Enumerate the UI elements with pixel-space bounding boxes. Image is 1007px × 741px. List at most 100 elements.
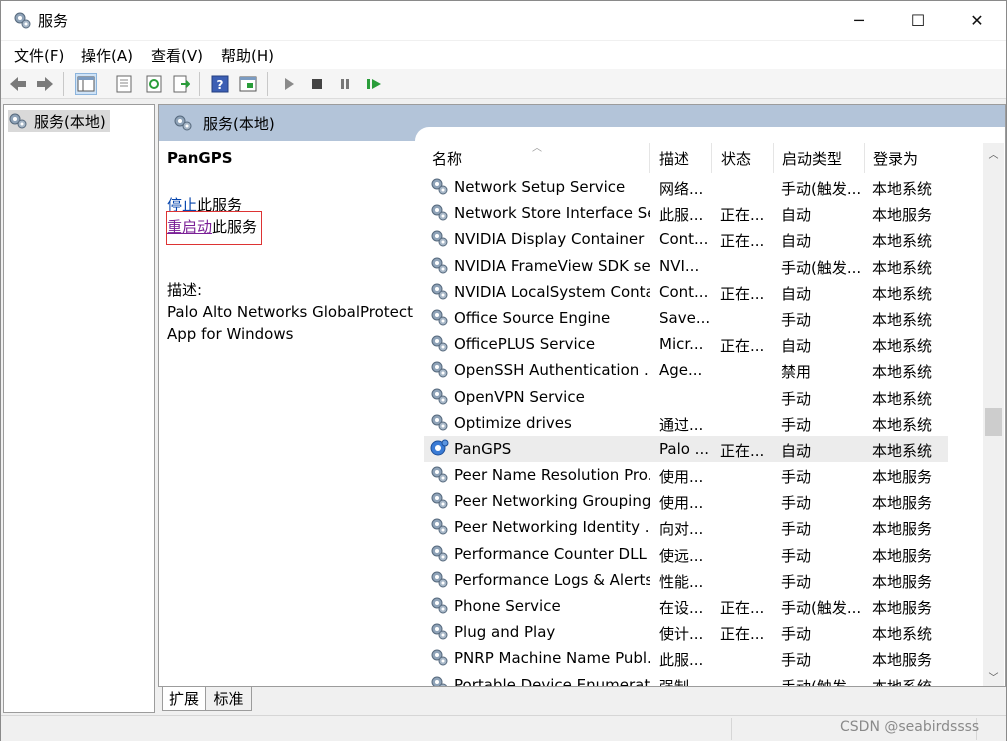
service-startup-type: 自动 [781, 337, 812, 356]
scroll-up-arrow-icon[interactable]: ︿ [983, 143, 1004, 163]
menu-file[interactable]: 文件(F) [14, 45, 64, 66]
vertical-scrollbar[interactable]: ︿ ﹀ [983, 143, 1004, 686]
service-logon-as: 本地系统 [872, 363, 933, 382]
service-gear-icon [429, 176, 449, 196]
service-gear-icon [429, 621, 449, 641]
service-row[interactable]: Portable Device Enumerat... 强制... 手动(触发...… [424, 672, 948, 686]
service-gear-icon [429, 595, 449, 615]
highlight-box [166, 211, 262, 245]
menu-bar: 文件(F) 操作(A) 查看(V) 帮助(H) [1, 41, 1006, 69]
back-arrow-icon[interactable] [7, 73, 29, 95]
minimize-button[interactable]: ─ [830, 1, 888, 40]
services-gear-icon [14, 12, 31, 29]
service-row[interactable]: Performance Counter DLL ... 使远... 手动 本地服务 [424, 541, 948, 567]
service-row[interactable]: NVIDIA LocalSystem Conta... Cont... 正在... 自… [424, 279, 948, 305]
column-name-label: 名称 [432, 149, 463, 168]
properties-icon[interactable] [113, 73, 135, 95]
service-description: 使用... [659, 494, 704, 513]
pause-service-icon[interactable] [334, 73, 356, 95]
start-service-icon[interactable] [278, 73, 300, 95]
service-row[interactable]: Peer Networking Grouping 使用... 手动 本地服务 [424, 488, 948, 514]
service-status: 正在... [720, 441, 765, 460]
service-startup-type: 手动(触发... [781, 180, 862, 198]
window-title: 服务 [38, 12, 69, 30]
restart-service-icon[interactable] [363, 73, 385, 95]
stop-service-icon[interactable] [306, 73, 328, 95]
column-header-desc[interactable]: 描述 [651, 143, 712, 173]
service-description: 使用... [659, 468, 704, 487]
pane-header-tab: 服务(本地) [159, 105, 275, 141]
service-startup-type: 手动 [781, 625, 812, 644]
service-row[interactable]: NVIDIA FrameView SDK se... NVI... 手动(触发...… [424, 253, 948, 279]
scrollbar-thumb[interactable] [985, 408, 1002, 436]
service-name: PanGPS [454, 439, 512, 458]
service-row[interactable]: NVIDIA Display Container LS Cont... 正在... 自… [424, 226, 948, 252]
service-startup-type: 手动 [781, 494, 812, 513]
service-description: Cont... [659, 282, 709, 301]
service-row[interactable]: Peer Name Resolution Pro... 使用... 手动 本地服务 [424, 462, 948, 488]
service-startup-type: 手动(触发... [781, 676, 867, 686]
refresh-icon[interactable] [143, 73, 165, 95]
column-header-status[interactable]: 状态 [713, 143, 774, 173]
service-description: 此服... [659, 651, 704, 670]
tab-extended[interactable]: 扩展 [162, 687, 206, 711]
pane-header-label: 服务(本地) [203, 114, 275, 133]
column-header-startup[interactable]: 启动类型 [774, 143, 865, 173]
forward-arrow-icon[interactable] [34, 73, 56, 95]
service-row[interactable]: Performance Logs & Alerts 性能... 手动 本地服务 [424, 567, 948, 593]
service-logon-as: 本地系统 [872, 389, 933, 408]
menu-action[interactable]: 操作(A) [81, 45, 133, 66]
service-startup-type: 自动 [781, 232, 812, 251]
service-logon-as: 本地服务 [872, 651, 933, 670]
service-logon-as: 本地服务 [872, 468, 933, 487]
service-row[interactable]: OfficePLUS Service Micr... 正在... 自动 本地系统 [424, 331, 948, 357]
column-startup-label: 启动类型 [782, 149, 843, 168]
service-row[interactable]: Phone Service 在设... 正在... 手动(触发... 本地服务 [424, 593, 948, 619]
service-gear-icon [429, 464, 449, 484]
column-header-name[interactable]: 名称 ︿ [424, 143, 650, 173]
tree-item-services-local[interactable]: 服务(本地) [8, 110, 110, 132]
service-name: Performance Logs & Alerts [454, 570, 650, 589]
service-status: 正在... [720, 625, 765, 644]
tab-standard[interactable]: 标准 [206, 687, 252, 711]
service-name: Phone Service [454, 597, 561, 615]
service-row[interactable]: PNRP Machine Name Publ... 此服... 手动 本地服务 [424, 645, 948, 671]
service-row[interactable]: Network Store Interface Se... 此服... 正在... 自… [424, 200, 948, 226]
service-startup-type: 手动 [781, 651, 812, 670]
service-name: Network Store Interface Se... [454, 204, 650, 223]
service-row[interactable]: Optimize drives 通过... 手动 本地系统 [424, 410, 948, 436]
column-desc-label: 描述 [659, 149, 690, 168]
service-description: 性能... [659, 572, 704, 591]
service-row[interactable]: Plug and Play 使计... 正在... 手动 本地系统 [424, 619, 948, 645]
services-list: 名称 ︿ 描述 状态 启动类型 登录为 Network Setup Servic… [424, 143, 948, 686]
column-header-logon[interactable]: 登录为 [865, 143, 948, 173]
export-list-icon[interactable] [170, 73, 192, 95]
service-logon-as: 本地系统 [872, 441, 933, 460]
column-status-label: 状态 [721, 149, 752, 168]
scroll-down-arrow-icon[interactable]: ﹀ [983, 666, 1004, 686]
service-name: Plug and Play [454, 623, 556, 642]
service-row[interactable]: PanGPS Palo ... 正在... 自动 本地系统 [424, 435, 948, 463]
service-row[interactable]: OpenVPN Service 手动 本地系统 [424, 384, 948, 410]
console-tree-icon[interactable] [75, 73, 97, 95]
service-status: 正在... [720, 599, 765, 617]
maximize-button[interactable]: ☐ [889, 1, 947, 40]
service-logon-as: 本地系统 [872, 415, 933, 434]
service-row[interactable]: OpenSSH Authentication ... Age... 禁用 本地系统 [424, 357, 948, 383]
service-name: PNRP Machine Name Publ... [454, 649, 650, 668]
view-icon[interactable] [237, 73, 259, 95]
service-row[interactable]: Office Source Engine Save... 手动 本地系统 [424, 305, 948, 331]
service-status: 正在... [720, 284, 765, 303]
help-icon[interactable]: ? [209, 73, 231, 95]
service-description: 在设... [659, 599, 704, 617]
service-row[interactable]: Network Setup Service 网络... 手动(触发... 本地系统 [424, 174, 948, 200]
title-bar[interactable]: 服务 ─ ☐ ✕ [1, 1, 1006, 40]
service-gear-icon [429, 438, 449, 458]
menu-view[interactable]: 查看(V) [151, 45, 203, 66]
services-main-pane: 服务(本地) PanGPS 停止此服务 重启动此服务 描述: Palo Alto… [158, 104, 1006, 687]
menu-help[interactable]: 帮助(H) [221, 45, 274, 66]
service-row[interactable]: Peer Networking Identity ... 向对... 手动 本地服务 [424, 514, 948, 540]
close-button[interactable]: ✕ [948, 1, 1006, 40]
service-description: NVI... [659, 256, 700, 275]
service-name: NVIDIA LocalSystem Conta... [454, 282, 650, 301]
